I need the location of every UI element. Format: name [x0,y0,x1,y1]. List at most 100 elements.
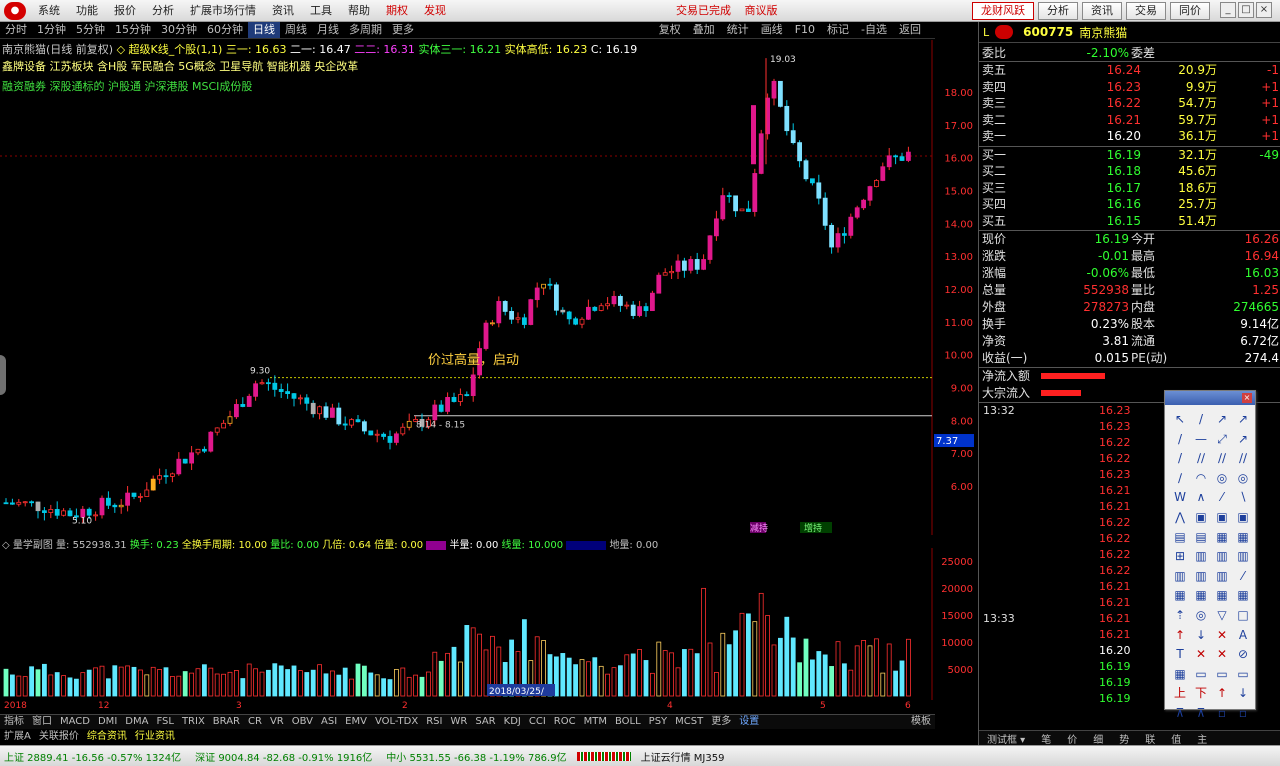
drawing-tool-icon[interactable]: ⊼ [1192,705,1210,722]
drawing-tool-icon[interactable]: ▭ [1213,666,1231,683]
drawing-tool-icon[interactable]: ↓ [1234,685,1252,702]
indicator-tab[interactable]: ASI [317,715,341,729]
indicator-tab[interactable]: MCST [671,715,707,729]
drawing-tool-icon[interactable]: ∕∕ [1192,450,1210,467]
drawing-tool-icon[interactable]: ▥ [1234,548,1252,565]
drawing-tool-icon[interactable]: / [1192,411,1210,428]
drawing-tool-icon[interactable]: ⊘ [1234,646,1252,663]
drawing-tool-icon[interactable]: ▤ [1192,529,1210,546]
stock-code[interactable]: 600775 [1023,25,1073,39]
news-button[interactable]: 资讯 [1082,2,1122,20]
template-button[interactable]: 模板 [911,715,931,729]
drawing-tool-icon[interactable]: ▭ [1234,666,1252,683]
drawing-tool-icon[interactable]: ∖ [1234,489,1252,506]
drawing-tool-icon[interactable]: / [1171,450,1189,467]
drawing-tool-icon[interactable]: ▤ [1171,529,1189,546]
drawing-tool-icon[interactable]: ⁄ [1213,489,1231,506]
period-daily[interactable]: 日线 [248,22,280,38]
indicator-tab[interactable]: OBV [288,715,317,729]
buy-price[interactable]: 16.18 [1107,163,1141,179]
indicator-tab[interactable]: DMA [121,715,152,729]
drawing-tool-icon[interactable]: ↗ [1213,411,1231,428]
quote-panel-tab[interactable]: 值 [1163,731,1189,746]
tool-overlay[interactable]: 叠加 [687,22,721,38]
drawing-tool-icon[interactable]: ▦ [1171,587,1189,604]
indicator-tab[interactable]: CCI [525,715,550,729]
zx-index[interactable]: 中小 5531.55 -66.38 -1.19% 786.9亿 [386,749,566,764]
indicator-tab[interactable]: 更多 [707,715,735,729]
drawing-tool-icon[interactable]: ▫ [1213,705,1231,722]
menu-analysis[interactable]: 分析 [144,0,182,22]
menu-discover[interactable]: 发现 [416,0,454,22]
brand-button[interactable]: 龙财风跃 [972,2,1034,20]
menu-tools[interactable]: 工具 [302,0,340,22]
indicator-tab[interactable]: ROC [550,715,580,729]
sell-price[interactable]: 16.24 [1107,62,1141,78]
quote-panel-tab[interactable]: 细 [1085,731,1111,746]
drawing-tool-icon[interactable]: ◎ [1234,470,1252,487]
drawing-tool-icon[interactable]: — [1192,431,1210,448]
drawing-tool-icon[interactable]: ▥ [1213,548,1231,565]
sell-price[interactable]: 16.20 [1107,128,1141,144]
sz-index[interactable]: 深证 9004.84 -82.68 -0.91% 1916亿 [195,749,372,764]
drawing-tool-icon[interactable]: ✕ [1192,646,1210,663]
info-tab[interactable]: 综合资讯 [83,731,131,743]
period-5min[interactable]: 5分钟 [71,22,110,38]
drawing-tool-icon[interactable]: ▦ [1213,587,1231,604]
kline-chart[interactable]: 18.00 17.00 16.00 15.00 14.00 13.00 12.00 11.00… [0,40,978,535]
sh-index[interactable]: 上证 2889.41 -16.56 -0.57% 1324亿 [4,749,181,764]
drawing-tool-icon[interactable]: 下 [1192,685,1210,702]
indicator-tab[interactable]: BRAR [209,715,244,729]
sell-price[interactable]: 16.21 [1107,112,1141,128]
drawing-tool-icon[interactable]: / [1171,431,1189,448]
drawing-tool-icon[interactable]: ▭ [1192,666,1210,683]
drawing-tool-icon[interactable]: ▣ [1213,509,1231,526]
quote-panel-tab[interactable]: 主 [1189,731,1215,746]
tool-mark[interactable]: 标记 [821,22,855,38]
collapse-handle[interactable] [0,355,6,395]
drawing-tool-icon[interactable]: □ [1234,607,1252,624]
drawing-tool-icon[interactable]: ▣ [1234,509,1252,526]
analysis-button[interactable]: 分析 [1038,2,1078,20]
drawing-tool-icon[interactable]: ▦ [1171,666,1189,683]
indicator-tab[interactable]: 指标 [0,715,28,729]
drawing-tool-icon[interactable]: ◠ [1192,470,1210,487]
indicator-tab[interactable]: 设置 [735,715,763,729]
quote-panel-tab[interactable]: 笔 [1033,731,1059,746]
info-tab[interactable]: 扩展A [0,731,35,743]
drawing-tool-icon[interactable]: ▥ [1213,568,1231,585]
drawing-tool-icon[interactable]: ▣ [1192,509,1210,526]
indicator-tab[interactable]: 窗口 [28,715,56,729]
indicator-tab[interactable]: TRIX [178,715,209,729]
tool-stats[interactable]: 统计 [721,22,755,38]
drawing-tool-icon[interactable]: ▥ [1192,568,1210,585]
menu-news[interactable]: 资讯 [264,0,302,22]
palette-close-icon[interactable]: × [1242,393,1252,403]
drawing-tool-icon[interactable]: ∕ [1171,470,1189,487]
drawing-tool-icon[interactable]: ⤢ [1213,431,1231,448]
indicator-tab[interactable]: MACD [56,715,94,729]
drawing-tool-icon[interactable]: ▫ [1234,705,1252,722]
cloud-quote[interactable]: 上证云行情 MJ359 [641,749,725,764]
drawing-tool-icon[interactable]: ▦ [1192,587,1210,604]
drawing-tool-icon[interactable]: ▥ [1192,548,1210,565]
indicator-tab[interactable]: DMI [94,715,121,729]
sell-price[interactable]: 16.23 [1107,79,1141,95]
period-60min[interactable]: 60分钟 [202,22,248,38]
indicator-tab[interactable]: VOL-TDX [371,715,422,729]
drawing-tool-icon[interactable]: ◎ [1192,607,1210,624]
menu-extended-market[interactable]: 扩展市场行情 [182,0,264,22]
drawing-tool-icon[interactable]: ▥ [1171,568,1189,585]
drawing-tool-icon[interactable]: ◎ [1213,470,1231,487]
indicator-tab[interactable]: MTM [580,715,611,729]
quote-panel-tab[interactable]: 测试框 ▾ [979,731,1033,746]
peer-button[interactable]: 同价 [1170,2,1210,20]
buy-price[interactable]: 16.19 [1107,147,1141,163]
menu-function[interactable]: 功能 [68,0,106,22]
tool-draw[interactable]: 画线 [755,22,789,38]
minimize-icon[interactable]: _ [1220,2,1236,18]
drawing-tool-icon[interactable]: ⋀ [1171,509,1189,526]
period-15min[interactable]: 15分钟 [110,22,156,38]
sell-price[interactable]: 16.22 [1107,95,1141,111]
drawing-tool-icon[interactable]: ✕ [1213,646,1231,663]
